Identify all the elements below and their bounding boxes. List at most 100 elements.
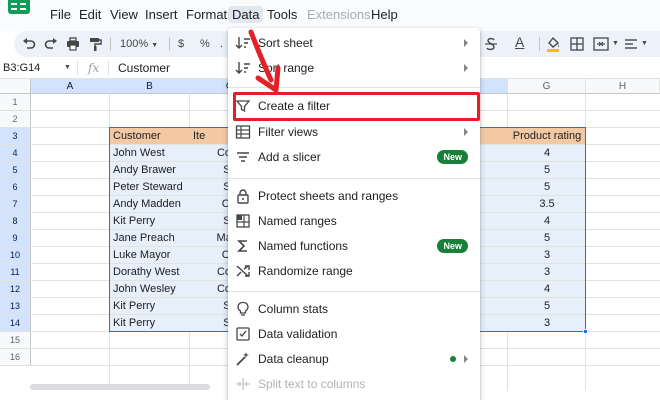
new-badge: New: [437, 239, 468, 253]
shuffle-icon: [236, 265, 250, 277]
red-arrow-annotation: [248, 29, 281, 93]
menu-item-add-slicer[interactable]: Add a slicer New: [228, 145, 480, 169]
row-header-10[interactable]: 10: [0, 247, 31, 264]
row-header-15[interactable]: 15: [0, 332, 31, 349]
row-header-16[interactable]: 16: [0, 349, 31, 366]
row-header-3[interactable]: 3: [0, 128, 31, 145]
name-box[interactable]: B3:G14 ▼: [0, 59, 76, 77]
zoom-value: 100%: [120, 38, 149, 50]
row-header-13[interactable]: 13: [0, 298, 31, 315]
more-formats-button[interactable]: .: [220, 35, 223, 53]
menu-insert[interactable]: Insert: [145, 7, 178, 22]
split-icon: [236, 378, 250, 390]
menu-data[interactable]: Data: [228, 6, 264, 23]
menu-item-label: Data validation: [258, 327, 338, 341]
fill-color-icon[interactable]: [546, 36, 560, 52]
currency-button[interactable]: $: [178, 35, 184, 53]
menu-extensions[interactable]: Extensions: [307, 7, 371, 22]
chevron-down-icon: ▼: [64, 64, 71, 71]
row-header-5[interactable]: 5: [0, 162, 31, 179]
lightbulb-icon: [237, 301, 249, 316]
row-header-8[interactable]: 8: [0, 213, 31, 230]
paint-format-icon[interactable]: [88, 37, 102, 51]
horizontal-align-icon[interactable]: [625, 38, 637, 50]
menu-file[interactable]: File: [50, 7, 71, 22]
menu-item-label: Split text to columns: [258, 377, 366, 391]
name-box-value: B3:G14: [3, 62, 41, 74]
submenu-arrow-icon: [464, 39, 468, 47]
sigma-icon: [237, 240, 247, 252]
row-header-2[interactable]: 2: [0, 111, 31, 128]
menu-edit[interactable]: Edit: [79, 7, 101, 22]
menubar: File Edit View Insert Format Data Tools …: [0, 0, 660, 31]
menu-item-label: Column stats: [258, 302, 329, 316]
menu-item-data-cleanup[interactable]: Data cleanup: [228, 347, 480, 371]
menu-item-label: Named functions: [258, 239, 349, 253]
toolbar-divider: [539, 37, 540, 51]
column-header-h[interactable]: H: [586, 79, 660, 94]
menu-format[interactable]: Format: [186, 7, 227, 22]
select-all-corner[interactable]: [0, 79, 31, 94]
undo-icon[interactable]: [22, 37, 36, 51]
text-color-icon: A: [515, 34, 525, 50]
named-ranges-icon: [236, 214, 250, 228]
menu-divider: [228, 178, 480, 179]
submenu-arrow-icon: [464, 355, 468, 363]
row-header-14[interactable]: 14: [0, 315, 31, 332]
menu-item-label: Randomize range: [258, 264, 353, 278]
toolbar-divider: [110, 37, 111, 51]
redo-icon[interactable]: [44, 37, 58, 51]
toolbar-divider: [169, 37, 170, 51]
menu-item-filter-views[interactable]: Filter views: [228, 120, 480, 144]
formula-divider: [77, 61, 78, 75]
menu-item-protect[interactable]: Protect sheets and ranges: [228, 184, 480, 208]
column-header-b[interactable]: B: [110, 79, 190, 94]
row-header-6[interactable]: 6: [0, 179, 31, 196]
status-dot: [450, 356, 456, 362]
menu-item-label: Data cleanup: [258, 352, 329, 366]
new-badge: New: [437, 150, 468, 164]
percent-button[interactable]: %: [200, 35, 210, 53]
data-validation-icon: [236, 327, 250, 341]
merge-cells-icon[interactable]: [593, 37, 609, 51]
fx-icon: fx: [88, 61, 100, 75]
row-header-4[interactable]: 4: [0, 145, 31, 162]
menu-tools[interactable]: Tools: [267, 7, 297, 22]
formula-divider: [108, 61, 109, 75]
sheets-logo[interactable]: [8, 0, 30, 14]
menu-item-data-validation[interactable]: Data validation: [228, 322, 480, 346]
chevron-down-icon[interactable]: ▼: [612, 35, 619, 53]
chevron-down-icon[interactable]: ▼: [641, 35, 648, 53]
row-header-9[interactable]: 9: [0, 230, 31, 247]
menu-divider: [228, 291, 480, 292]
text-color-button[interactable]: A: [515, 33, 524, 53]
menu-item-split-text[interactable]: Split text to columns: [228, 372, 480, 396]
formula-input[interactable]: Customer: [118, 59, 170, 77]
row-header-7[interactable]: 7: [0, 196, 31, 213]
menu-view[interactable]: View: [110, 7, 138, 22]
horizontal-scrollbar[interactable]: [30, 384, 210, 390]
menu-item-named-functions[interactable]: Named functions New: [228, 234, 480, 258]
row-header-12[interactable]: 12: [0, 281, 31, 298]
submenu-arrow-icon: [464, 64, 468, 72]
filter-views-icon: [235, 125, 251, 139]
chevron-down-icon: ▼: [151, 42, 159, 49]
zoom-select[interactable]: 100% ▼: [120, 35, 158, 55]
borders-icon[interactable]: [570, 37, 584, 51]
print-icon[interactable]: [66, 37, 80, 51]
menu-item-column-stats[interactable]: Column stats: [228, 297, 480, 321]
column-header-a[interactable]: A: [31, 79, 110, 94]
lock-icon: [237, 189, 249, 204]
fill-handle[interactable]: [583, 329, 588, 334]
magic-wand-icon: [236, 352, 249, 366]
menu-item-named-ranges[interactable]: Named ranges: [228, 209, 480, 233]
strikethrough-icon[interactable]: [485, 37, 497, 51]
menu-help[interactable]: Help: [371, 7, 398, 22]
slicer-icon: [237, 152, 249, 162]
submenu-arrow-icon: [464, 128, 468, 136]
row-header-11[interactable]: 11: [0, 264, 31, 281]
column-header-g[interactable]: G: [508, 79, 586, 94]
row-header-1[interactable]: 1: [0, 94, 31, 111]
menu-item-label: Protect sheets and ranges: [258, 189, 399, 203]
menu-item-randomize[interactable]: Randomize range: [228, 259, 480, 283]
